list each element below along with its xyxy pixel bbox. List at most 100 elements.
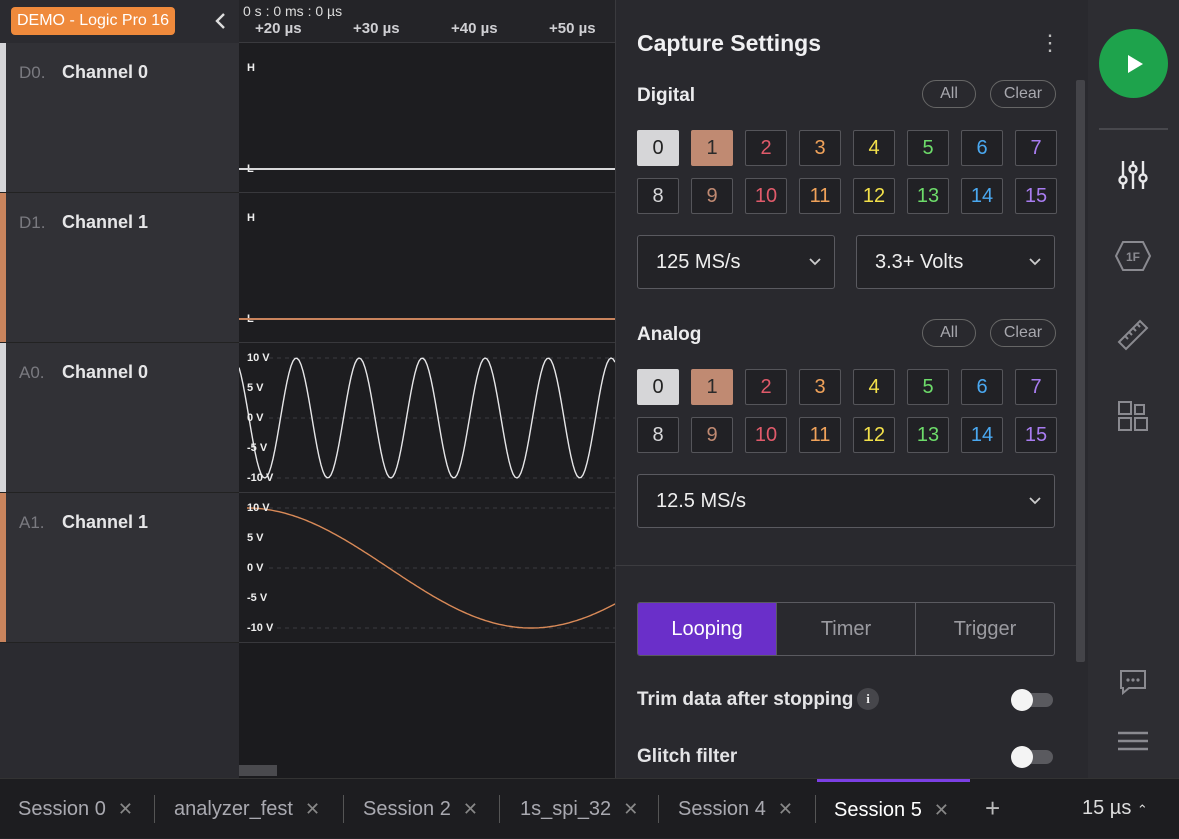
digital-channel-chip[interactable]: 4 [853,130,895,166]
digital-channel-chip[interactable]: 15 [1015,178,1057,214]
channel-row-d1[interactable]: D1. Channel 1 [0,193,239,343]
tab-session-2[interactable]: Session 2 ✕ [363,779,478,839]
section-divider [616,565,1076,566]
waveform-view[interactable]: 0 s : 0 ms : 0 µs +20 µs +30 µs +40 µs +… [239,0,615,778]
analog-channel-chip[interactable]: 13 [907,417,949,453]
analog-channel-chip[interactable]: 10 [745,417,787,453]
lane-analog-0[interactable]: 10 V 5 V 0 V -5 V -10 V [239,343,615,493]
panel-scrollbar[interactable] [1076,80,1085,662]
toolbar-divider [1099,128,1168,130]
analyzers-icon[interactable]: 1F [1113,236,1153,276]
analog-channel-chip[interactable]: 3 [799,369,841,405]
menu-icon[interactable] [1116,727,1150,755]
time-ruler[interactable]: 0 s : 0 ms : 0 µs +20 µs +30 µs +40 µs +… [239,0,615,43]
digital-sample-rate-select[interactable]: 125 MS/s [637,235,835,289]
digital-channel-chip[interactable]: 12 [853,178,895,214]
channel-name[interactable]: Channel 0 [62,362,148,383]
close-tab-icon[interactable]: ✕ [463,799,478,820]
digital-channel-chip[interactable]: 8 [637,178,679,214]
analog-channel-chip[interactable]: 11 [799,417,841,453]
digital-channel-chip[interactable]: 1 [691,130,733,166]
play-icon [1127,54,1143,73]
glitch-filter-toggle[interactable] [1011,746,1053,768]
mode-looping[interactable]: Looping [638,603,777,655]
lane-analog-1[interactable]: 10 V 5 V 0 V -5 V -10 V [239,493,615,643]
close-tab-icon[interactable]: ✕ [118,799,133,820]
channel-id: A1. [19,513,45,532]
extensions-icon[interactable] [1113,396,1153,436]
digital-channel-chip[interactable]: 6 [961,130,1003,166]
analog-channel-chip[interactable]: 7 [1015,369,1057,405]
device-badge[interactable]: DEMO - Logic Pro 16 [11,7,176,35]
digital-channel-chip[interactable]: 7 [1015,130,1057,166]
analog-waveform-a0 [239,357,615,479]
trim-data-toggle[interactable] [1011,689,1053,711]
horizontal-scrollbar[interactable] [239,765,277,776]
analog-all-button[interactable]: All [922,319,976,347]
tab-session-4[interactable]: Session 4 ✕ [678,779,793,839]
channel-row-a0[interactable]: A0. Channel 0 [0,343,239,493]
analog-channel-chip[interactable]: 6 [961,369,1003,405]
level-high-label: H [247,62,255,74]
more-options-icon[interactable]: ⋮ [1039,30,1061,56]
close-tab-icon[interactable]: ✕ [305,799,320,820]
analog-section-label: Analog [637,324,702,345]
channel-name[interactable]: Channel 1 [62,212,148,233]
analog-channel-chip[interactable]: 2 [745,369,787,405]
mode-trigger[interactable]: Trigger [916,603,1054,655]
lane-digital-1[interactable]: H L [239,193,615,343]
lane-digital-0[interactable]: H L [239,43,615,193]
channel-name[interactable]: Channel 1 [62,512,148,533]
tab-session-0[interactable]: Session 0 ✕ [18,779,133,839]
analog-channel-chip[interactable]: 8 [637,417,679,453]
collapse-sidebar-icon[interactable] [210,10,230,32]
chevron-up-icon: ⌃ [1136,802,1148,817]
info-icon[interactable]: i [857,688,879,710]
digital-channel-chip[interactable]: 10 [745,178,787,214]
tab-1s-spi-32[interactable]: 1s_spi_32 ✕ [520,779,638,839]
settings-sliders-icon[interactable] [1114,155,1152,195]
analog-channel-chip[interactable]: 0 [637,369,679,405]
tab-session-5[interactable]: Session 5 ✕ [817,779,970,839]
analog-waveform-a1 [247,507,615,629]
analog-channel-chip[interactable]: 5 [907,369,949,405]
analog-channel-chip[interactable]: 4 [853,369,895,405]
analog-channel-chip[interactable]: 12 [853,417,895,453]
analog-clear-button[interactable]: Clear [990,319,1056,347]
analog-sample-rate-select[interactable]: 12.5 MS/s [637,474,1055,528]
close-tab-icon[interactable]: ✕ [778,799,793,820]
start-capture-button[interactable] [1099,29,1168,98]
measure-ruler-icon[interactable] [1113,315,1153,355]
level-label: -5 V [247,442,268,454]
analog-channel-chip[interactable]: 14 [961,417,1003,453]
capture-settings-panel: Capture Settings ⋮ Digital All Clear 125… [615,0,1088,778]
add-tab-button[interactable]: + [985,793,1000,824]
digital-channel-chip[interactable]: 5 [907,130,949,166]
analog-channel-chip[interactable]: 9 [691,417,733,453]
tab-analyzer-fest[interactable]: analyzer_fest ✕ [174,779,320,839]
feedback-chat-icon[interactable] [1116,666,1150,698]
digital-channel-chip[interactable]: 13 [907,178,949,214]
close-tab-icon[interactable]: ✕ [934,800,949,821]
zoom-level[interactable]: 15 µs ⌃ [1082,797,1148,820]
level-label: 0 V [247,412,264,424]
session-tab-bar: Session 0 ✕ analyzer_fest ✕ Session 2 ✕ 1s_… [0,778,1179,838]
channel-name[interactable]: Channel 0 [62,62,148,83]
digital-clear-button[interactable]: Clear [990,80,1056,108]
chevron-down-icon [1029,497,1041,505]
mode-timer[interactable]: Timer [777,603,916,655]
digital-channel-chip[interactable]: 0 [637,130,679,166]
digital-channel-chip[interactable]: 2 [745,130,787,166]
digital-channel-chip[interactable]: 9 [691,178,733,214]
digital-channel-chip[interactable]: 3 [799,130,841,166]
digital-channel-chip[interactable]: 14 [961,178,1003,214]
analog-channel-chip[interactable]: 15 [1015,417,1057,453]
digital-channel-chip[interactable]: 11 [799,178,841,214]
digital-all-button[interactable]: All [922,80,976,108]
close-tab-icon[interactable]: ✕ [623,799,638,820]
channel-row-a1[interactable]: A1. Channel 1 [0,493,239,643]
time-tick: +50 µs [549,20,596,37]
voltage-select[interactable]: 3.3+ Volts [856,235,1055,289]
channel-row-d0[interactable]: D0. Channel 0 [0,43,239,193]
analog-channel-chip[interactable]: 1 [691,369,733,405]
